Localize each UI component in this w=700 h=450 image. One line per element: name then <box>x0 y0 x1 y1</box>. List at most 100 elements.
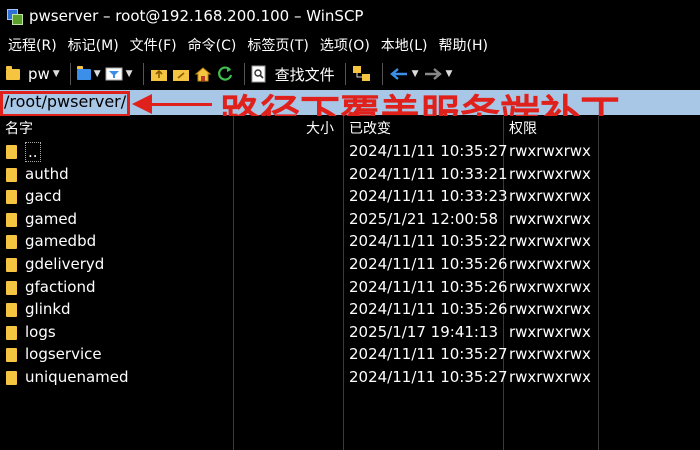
file-name: authd <box>25 164 69 183</box>
menu-local[interactable]: 本地(L) <box>381 35 428 55</box>
file-name: logs <box>25 322 56 341</box>
chevron-down-icon[interactable]: ▼ <box>126 69 133 79</box>
forward-button[interactable]: ▼ <box>423 62 453 86</box>
menu-mark[interactable]: 标记(M) <box>68 35 119 55</box>
toolbar-separator <box>69 63 71 85</box>
file-permissions: rwxrwxrwx <box>509 367 591 386</box>
chevron-down-icon[interactable]: ▼ <box>446 69 453 79</box>
chevron-down-icon[interactable]: ▼ <box>53 69 60 79</box>
back-button[interactable]: ▼ <box>389 62 419 86</box>
annotation-arrow-icon <box>132 94 152 114</box>
file-name: gamedbd <box>25 232 97 251</box>
folder-icon <box>6 348 17 363</box>
list-item[interactable]: gamed 2025/1/21 12:00:58 rwxrwxrwx <box>0 208 700 231</box>
column-header-size[interactable]: 大小 <box>306 118 334 138</box>
file-permissions: rwxrwxrwx <box>509 209 591 228</box>
file-date: 2024/11/11 10:35:26 <box>349 300 508 319</box>
file-list: .. 2024/11/11 10:35:27 rwxrwxrwx authd 2… <box>0 140 700 389</box>
file-date: 2025/1/21 12:00:58 <box>349 209 499 228</box>
chevron-down-icon[interactable]: ▼ <box>94 69 101 79</box>
file-permissions: rwxrwxrwx <box>509 164 591 183</box>
refresh-icon <box>217 66 232 81</box>
file-name: gfactiond <box>25 277 96 296</box>
list-item[interactable]: gdeliveryd 2024/11/11 10:35:26 rwxrwxrwx <box>0 253 700 276</box>
winscp-app-icon <box>7 9 23 25</box>
tree-icon <box>352 66 370 81</box>
file-name: gamed <box>25 209 78 228</box>
find-files-label: 查找文件 <box>274 65 335 84</box>
menu-commands[interactable]: 命令(C) <box>188 35 237 55</box>
folder-icon <box>6 257 17 272</box>
list-item[interactable]: gacd 2024/11/11 10:33:23 rwxrwxrwx <box>0 185 700 208</box>
root-folder-icon <box>172 70 189 81</box>
file-date: 2024/11/11 10:35:27 <box>349 367 508 386</box>
open-directory-button[interactable]: ▼ <box>76 62 101 86</box>
annotation-highlight-box <box>0 91 130 117</box>
file-date: 2024/11/11 10:33:23 <box>349 187 508 206</box>
column-header-name[interactable]: 名字 <box>5 118 33 138</box>
file-list-header: 名字 大小 已改变 权限 <box>0 116 700 138</box>
menu-files[interactable]: 文件(F) <box>130 35 177 55</box>
root-directory-button[interactable] <box>172 62 190 86</box>
column-header-rights[interactable]: 权限 <box>509 118 537 138</box>
annotation-arrow-line <box>150 103 212 106</box>
list-item[interactable]: logservice 2024/11/11 10:35:27 rwxrwxrwx <box>0 343 700 366</box>
home-directory-button[interactable] <box>194 62 212 86</box>
folder-icon <box>6 325 17 340</box>
toolbar-separator <box>344 63 346 85</box>
folder-icon <box>6 235 17 250</box>
open-folder-icon <box>76 65 91 80</box>
list-item-parent[interactable]: .. 2024/11/11 10:35:27 rwxrwxrwx <box>0 140 700 163</box>
file-permissions: rwxrwxrwx <box>509 142 591 160</box>
file-name: gdeliveryd <box>25 254 105 273</box>
folder-icon <box>6 167 17 182</box>
toolbar: pw ▼ ▼ ▼ 查找文件 ▼ ▼ <box>0 58 700 90</box>
file-date: 2025/1/17 19:41:13 <box>349 322 499 341</box>
list-item[interactable]: glinkd 2024/11/11 10:35:26 rwxrwxrwx <box>0 298 700 321</box>
list-item[interactable]: logs 2025/1/17 19:41:13 rwxrwxrwx <box>0 321 700 344</box>
folder-icon <box>6 370 17 385</box>
folder-selector[interactable]: pw ▼ <box>6 62 60 86</box>
filter-button[interactable]: ▼ <box>105 62 133 86</box>
file-permissions: rwxrwxrwx <box>509 300 591 319</box>
toolbar-separator <box>142 63 144 85</box>
menu-help[interactable]: 帮助(H) <box>439 35 488 55</box>
menu-tabs[interactable]: 标签页(T) <box>247 35 308 55</box>
find-files-button[interactable]: 查找文件 <box>251 62 335 86</box>
list-item[interactable]: gfactiond 2024/11/11 10:35:26 rwxrwxrwx <box>0 276 700 299</box>
file-permissions: rwxrwxrwx <box>509 187 591 206</box>
list-item[interactable]: authd 2024/11/11 10:33:21 rwxrwxrwx <box>0 163 700 186</box>
list-item[interactable]: gamedbd 2024/11/11 10:35:22 rwxrwxrwx <box>0 230 700 253</box>
file-name: glinkd <box>25 300 71 319</box>
toolbar-separator <box>381 63 383 85</box>
menu-remote[interactable]: 远程(R) <box>8 35 57 55</box>
chevron-down-icon[interactable]: ▼ <box>412 69 419 79</box>
menu-options[interactable]: 选项(O) <box>320 35 370 55</box>
tree-toggle-button[interactable] <box>352 62 372 86</box>
folder-icon <box>6 145 17 159</box>
list-item[interactable]: uniquenamed 2024/11/11 10:35:27 rwxrwxrw… <box>0 366 700 389</box>
file-date: 2024/11/11 10:35:22 <box>349 232 508 251</box>
forward-arrow-icon <box>424 68 442 80</box>
toolbar-separator <box>243 63 245 85</box>
file-permissions: rwxrwxrwx <box>509 345 591 364</box>
folder-icon <box>6 280 17 295</box>
menu-bar: 远程(R) 标记(M) 文件(F) 命令(C) 标签页(T) 选项(O) 本地(… <box>0 32 700 58</box>
file-permissions: rwxrwxrwx <box>509 322 591 341</box>
file-name: .. <box>25 142 41 162</box>
folder-icon <box>6 65 20 80</box>
file-date: 2024/11/11 10:35:26 <box>349 254 508 273</box>
folder-icon <box>6 190 17 205</box>
file-date: 2024/11/11 10:35:27 <box>349 345 508 364</box>
column-header-changed[interactable]: 已改变 <box>349 118 391 138</box>
file-date: 2024/11/11 10:35:27 <box>349 142 508 160</box>
parent-directory-button[interactable] <box>150 62 168 86</box>
file-date: 2024/11/11 10:33:21 <box>349 164 508 183</box>
window-title: pwserver – root@192.168.200.100 – WinSCP <box>29 7 364 25</box>
back-arrow-icon <box>389 68 407 80</box>
file-permissions: rwxrwxrwx <box>509 232 591 251</box>
refresh-button[interactable] <box>216 62 234 86</box>
folder-icon <box>6 212 17 227</box>
filter-icon <box>105 67 123 81</box>
file-permissions: rwxrwxrwx <box>509 254 591 273</box>
